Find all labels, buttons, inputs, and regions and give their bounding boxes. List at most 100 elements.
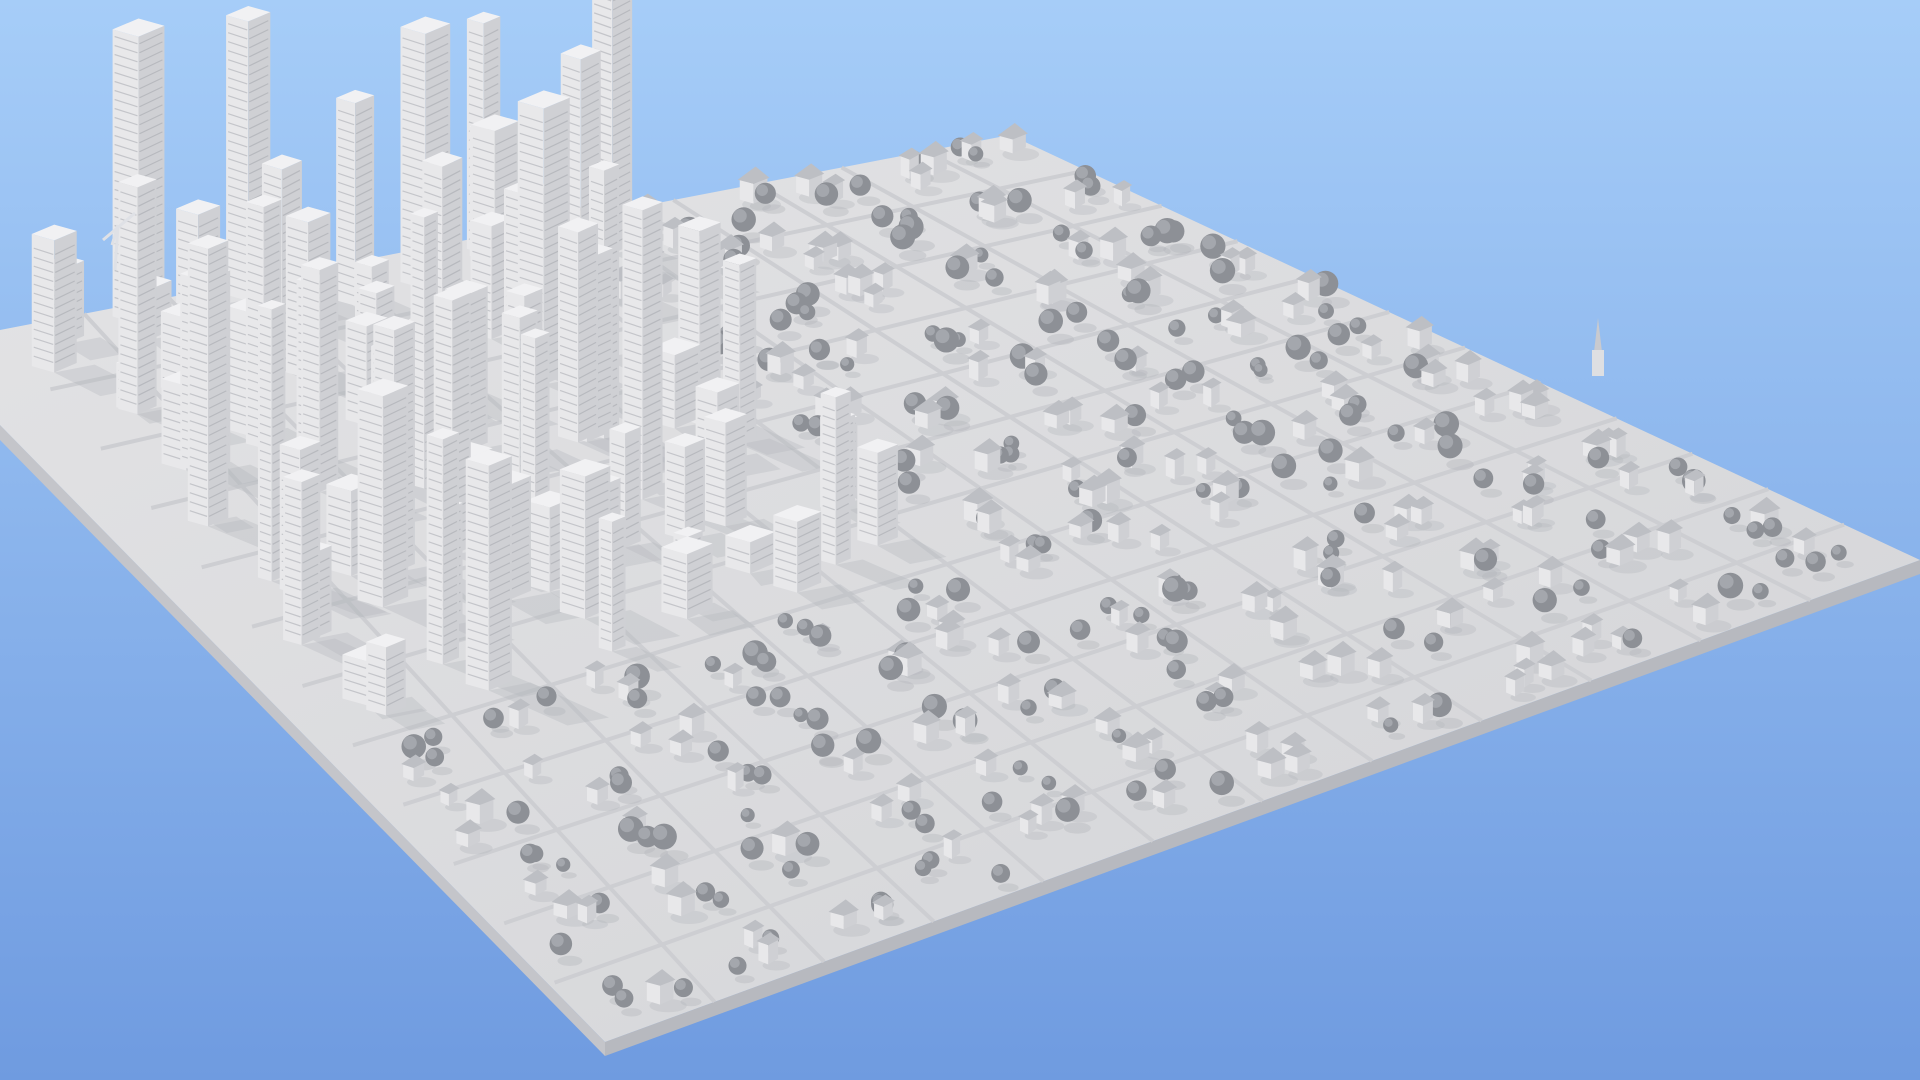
tree [1253, 362, 1268, 378]
tree [1309, 351, 1328, 370]
tree [1168, 319, 1186, 337]
tree [673, 978, 693, 998]
tree-shadow [1134, 303, 1162, 316]
tree-shadow [514, 824, 540, 835]
tree [536, 686, 557, 707]
tower-building [465, 449, 512, 691]
tree-shadow [1258, 377, 1274, 384]
tree [1723, 507, 1741, 525]
tree-shadow [1280, 478, 1308, 490]
tower-building [661, 536, 713, 620]
tree [809, 624, 832, 647]
tree [1573, 579, 1590, 596]
tree [933, 327, 959, 353]
tree-shadow [1063, 822, 1091, 834]
tree-shadow [1174, 337, 1194, 345]
tower-building [664, 432, 705, 540]
tree-shadow [864, 754, 893, 766]
tree-shadow [1327, 587, 1350, 597]
tree-shadow [634, 708, 657, 718]
tree [1007, 187, 1032, 213]
tree-shadow [1726, 598, 1755, 611]
tree [1066, 301, 1088, 323]
tree-shadow [617, 794, 642, 804]
tree-shadow [956, 347, 973, 355]
tree [740, 836, 764, 860]
tree [1318, 303, 1334, 319]
tree [849, 174, 871, 196]
tree [769, 686, 791, 708]
tree-shadow [898, 249, 927, 262]
tree [728, 956, 747, 975]
tree [1209, 258, 1236, 284]
tree-shadow [1147, 246, 1171, 257]
tree [782, 860, 800, 879]
tree [707, 740, 729, 762]
tree [806, 707, 829, 730]
tree-shadow [1025, 653, 1051, 665]
tree-shadow [1218, 283, 1247, 296]
tree [1038, 308, 1064, 334]
tree-shadow [753, 706, 776, 716]
tree [1114, 347, 1137, 371]
tree [793, 707, 809, 723]
tree [1166, 659, 1187, 680]
tree-shadow [1015, 213, 1043, 225]
tree-shadow [762, 204, 786, 214]
tree [424, 727, 443, 746]
tree [1209, 770, 1234, 796]
tree-shadow [1446, 458, 1474, 471]
tree [814, 182, 839, 206]
tree [1522, 473, 1545, 495]
tower-building [357, 378, 409, 608]
tree [1668, 457, 1688, 477]
tree-shadow [745, 822, 762, 829]
tree-shadow [1480, 488, 1503, 498]
tree-shadow [1757, 599, 1777, 608]
tree-shadow [543, 706, 566, 716]
tree [840, 357, 855, 372]
tower-building [820, 386, 851, 565]
tree-shadow [1122, 370, 1147, 382]
tree-shadow [1393, 442, 1413, 450]
tower-building [857, 438, 898, 546]
tree-shadow [973, 161, 991, 169]
tree [1746, 521, 1765, 539]
tower-building [283, 469, 321, 646]
tree-shadow [997, 883, 1019, 892]
tree-shadow [922, 833, 944, 843]
city-render-scene [0, 0, 1920, 1080]
tree [1052, 224, 1070, 242]
tree [755, 651, 777, 672]
tree-shadow [1026, 716, 1045, 724]
tree-shadow [762, 672, 786, 682]
tree [914, 859, 932, 877]
tree [908, 578, 924, 594]
tower-building [366, 633, 406, 716]
tower-building [598, 512, 626, 652]
tree-shadow [1752, 539, 1773, 548]
tree-shadow [1592, 529, 1615, 539]
tree [1830, 544, 1847, 561]
tree [740, 807, 755, 823]
tree [915, 813, 935, 834]
tree [897, 471, 921, 494]
tree [752, 765, 772, 785]
tree-shadow [913, 594, 931, 601]
tree [1012, 760, 1028, 776]
tree-shadow [1346, 426, 1372, 437]
tree [1195, 482, 1211, 498]
tree-shadow [1017, 775, 1035, 783]
tree [1055, 797, 1080, 822]
tree-shadow [1133, 801, 1156, 811]
tree [695, 882, 716, 902]
tree-shadow [1390, 639, 1415, 650]
tree [712, 891, 730, 908]
tree [556, 857, 571, 872]
tree [1164, 629, 1188, 654]
tree-shadow [1578, 596, 1598, 604]
tree-shadow [1172, 390, 1197, 401]
tree [1154, 758, 1176, 780]
tree [401, 734, 427, 759]
tree [811, 733, 835, 757]
